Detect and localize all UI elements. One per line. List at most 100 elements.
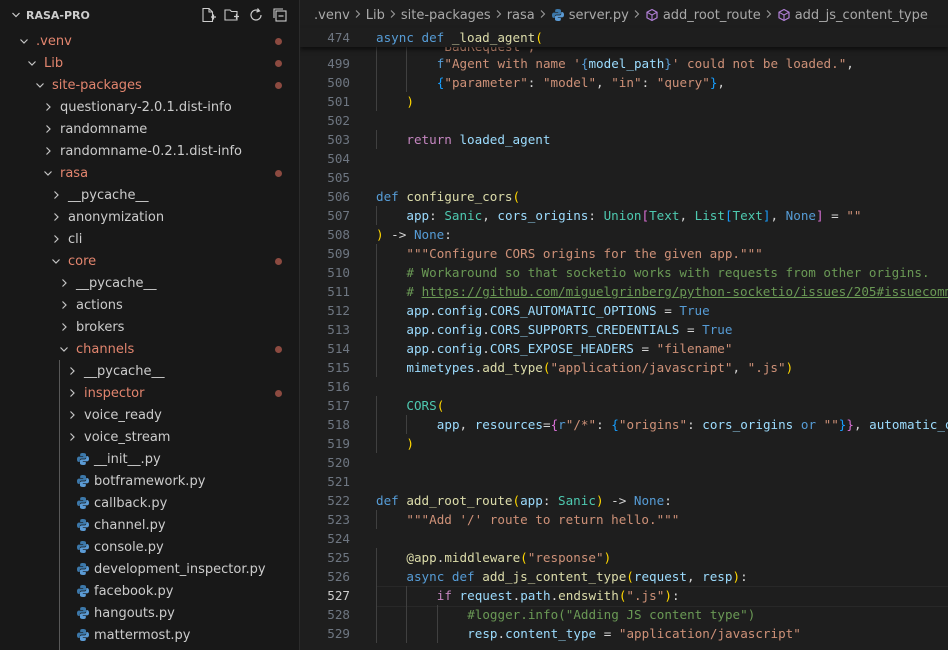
code-line[interactable]: 523 """Add '/' route to return hello.""": [300, 510, 948, 529]
folder-item[interactable]: .venv: [0, 30, 299, 52]
code-token: True: [679, 303, 710, 318]
breadcrumb-item[interactable]: .venv: [314, 8, 350, 23]
code-token: config: [436, 322, 483, 337]
code-text: def add_root_route(app: Sanic) -> None:: [376, 491, 672, 510]
code-line[interactable]: 516: [300, 377, 948, 396]
folder-item[interactable]: core: [0, 250, 299, 272]
folder-item[interactable]: site-packages: [0, 74, 299, 96]
code-token: (: [520, 550, 528, 565]
refresh-icon[interactable]: [247, 6, 265, 24]
line-number: 522: [327, 493, 350, 508]
code-line[interactable]: 505: [300, 168, 948, 187]
code-text: app.config.CORS_SUPPORTS_CREDENTIALS = T…: [406, 320, 732, 339]
code-line[interactable]: 501): [300, 92, 948, 111]
code-line[interactable]: 512 app.config.CORS_AUTOMATIC_OPTIONS = T…: [300, 301, 948, 320]
code-line[interactable]: 522 def add_root_route(app: Sanic) -> Non…: [300, 491, 948, 510]
file-item[interactable]: mattermost.py: [0, 624, 299, 646]
code-line[interactable]: 499 f"Agent with name '{model_path}' coul…: [300, 54, 948, 73]
breadcrumb-item[interactable]: server.py: [551, 8, 629, 23]
line-number: 520: [327, 455, 350, 470]
code-line[interactable]: 502: [300, 111, 948, 130]
breadcrumb-label: rasa: [506, 7, 535, 23]
breadcrumb-item[interactable]: add_js_content_type: [777, 8, 928, 23]
code-line[interactable]: 510 # Workaround so that socketio works w…: [300, 263, 948, 282]
code-line[interactable]: 527 if request.path.endswith(".js"):: [300, 586, 948, 607]
file-item[interactable]: console.py: [0, 536, 299, 558]
folder-item[interactable]: channels: [0, 338, 299, 360]
python-file-icon: [76, 452, 90, 466]
folder-item[interactable]: __pycache__: [0, 184, 299, 206]
sticky-scroll-line[interactable]: 474 async def _load_agent(: [300, 28, 948, 47]
code-line[interactable]: 509 """Configure CORS origins for the giv…: [300, 244, 948, 263]
folder-item[interactable]: cli: [0, 228, 299, 250]
folder-item[interactable]: randomname: [0, 118, 299, 140]
file-item[interactable]: __init__.py: [0, 448, 299, 470]
code-view[interactable]: "BadRequest",474async def _load_agent(49…: [300, 28, 948, 650]
line-number: 474: [327, 30, 350, 45]
code-token: ): [406, 94, 414, 109]
code-line[interactable]: 508) -> None:: [300, 225, 948, 244]
python-file-icon: [76, 584, 90, 598]
code-line[interactable]: 511 # https://github.com/miguelgrinberg/p…: [300, 282, 948, 301]
code-line[interactable]: 517 CORS(: [300, 396, 948, 415]
code-token: Sanic: [444, 208, 483, 223]
breadcrumb-item[interactable]: Lib: [366, 8, 385, 23]
folder-item[interactable]: inspector: [0, 382, 299, 404]
folder-item[interactable]: voice_ready: [0, 404, 299, 426]
folder-item[interactable]: brokers: [0, 316, 299, 338]
code-token: app: [406, 208, 430, 223]
code-line[interactable]: 506 def configure_cors(: [300, 187, 948, 206]
folder-item[interactable]: questionary-2.0.1.dist-info: [0, 96, 299, 118]
breadcrumb-item[interactable]: site-packages: [401, 8, 491, 23]
folder-item[interactable]: anonymization: [0, 206, 299, 228]
folder-item[interactable]: randomname-0.2.1.dist-info: [0, 140, 299, 162]
indent-guide: [376, 510, 377, 529]
file-item[interactable]: callback.py: [0, 492, 299, 514]
new-folder-icon[interactable]: [223, 6, 241, 24]
breadcrumb-item[interactable]: rasa: [507, 8, 535, 23]
file-item[interactable]: facebook.py: [0, 580, 299, 602]
code-line[interactable]: 513 app.config.CORS_SUPPORTS_CREDENTIALS …: [300, 320, 948, 339]
file-item[interactable]: development_inspector.py: [0, 558, 299, 580]
code-line[interactable]: 503 return loaded_agent: [300, 130, 948, 149]
code-token: ,: [717, 75, 725, 90]
collapse-all-icon[interactable]: [271, 6, 289, 24]
code-line[interactable]: 514 app.config.CORS_EXPOSE_HEADERS = "fil…: [300, 339, 948, 358]
new-file-icon[interactable]: [199, 6, 217, 24]
code-line[interactable]: 507 app: Sanic, cors_origins: Union[Text,…: [300, 206, 948, 225]
chevron-right-icon: [48, 231, 64, 247]
folder-item[interactable]: __pycache__: [0, 272, 299, 294]
indent-guide: [376, 54, 377, 73]
tree-item-label: .venv: [36, 33, 72, 49]
file-item[interactable]: hangouts.py: [0, 602, 299, 624]
code-line[interactable]: 519): [300, 434, 948, 453]
code-token: .: [482, 303, 490, 318]
code-line[interactable]: 504: [300, 149, 948, 168]
code-text: @app.middleware("response"): [406, 548, 611, 567]
code-token: r: [558, 417, 566, 432]
code-line[interactable]: 521: [300, 472, 948, 491]
folder-item[interactable]: rasa: [0, 162, 299, 184]
code-line[interactable]: 518 app, resources={r"/*": {"origins": co…: [300, 415, 948, 434]
code-line[interactable]: 515 mimetypes.add_type("application/javas…: [300, 358, 948, 377]
breadcrumb-item[interactable]: add_root_route: [645, 8, 761, 23]
code-line[interactable]: 524: [300, 529, 948, 548]
chevron-down-icon: [32, 77, 48, 93]
code-line[interactable]: 525 @app.middleware("response"): [300, 548, 948, 567]
chevron-right-icon: [40, 121, 56, 137]
code-token: CORS_EXPOSE_HEADERS: [489, 341, 634, 356]
line-number: 513: [327, 322, 350, 337]
folder-item[interactable]: Lib: [0, 52, 299, 74]
file-item[interactable]: rasa_chat.py: [0, 646, 299, 650]
file-item[interactable]: botframework.py: [0, 470, 299, 492]
folder-item[interactable]: actions: [0, 294, 299, 316]
code-line[interactable]: 526 async def add_js_content_type(request…: [300, 567, 948, 586]
folder-item[interactable]: voice_stream: [0, 426, 299, 448]
code-line[interactable]: 500 {"parameter": "model", "in": "query"}…: [300, 73, 948, 92]
code-line[interactable]: 520: [300, 453, 948, 472]
folder-item[interactable]: __pycache__: [0, 360, 299, 382]
code-line[interactable]: 529 resp.content_type = "application/java…: [300, 624, 948, 643]
code-line[interactable]: 528 #logger.info("Adding JS content type"…: [300, 605, 948, 624]
file-item[interactable]: channel.py: [0, 514, 299, 536]
code-token: def: [376, 189, 407, 204]
